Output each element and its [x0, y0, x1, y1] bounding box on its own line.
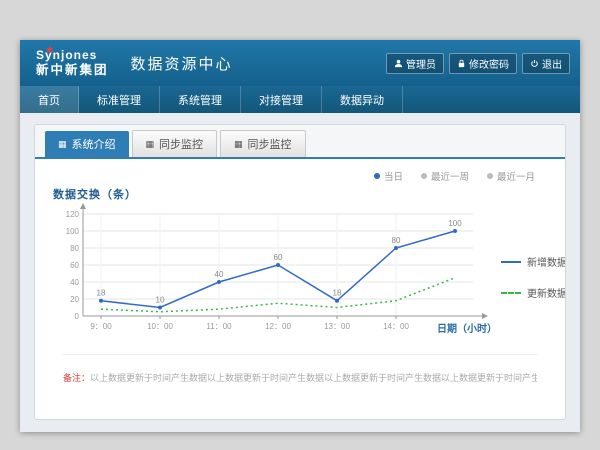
- chart-row: 0 20 40 60 80 100 120 9：00 10：00 11：00 12：00 13：00 1…: [49, 202, 551, 342]
- svg-text:11：00: 11：00: [206, 322, 232, 331]
- series-legend: 新增数据 更新数据: [501, 254, 566, 342]
- svg-text:10: 10: [156, 296, 165, 305]
- grid-icon: ▦: [146, 140, 155, 149]
- legend-label: 当日: [384, 169, 403, 183]
- legend-label: 最近一月: [497, 169, 535, 183]
- svg-text:80: 80: [392, 236, 401, 245]
- note-label: 备注：: [63, 373, 90, 383]
- svg-text:20: 20: [70, 295, 79, 304]
- tab-label: 同步监控: [159, 136, 203, 152]
- lock-icon: [457, 59, 466, 68]
- svg-text:日期（小时）: 日期（小时）: [437, 322, 497, 335]
- app-window: Synjones ✱ 新中新集团 数据资源中心 管理员 修改密码: [20, 40, 580, 432]
- svg-text:18: 18: [97, 289, 106, 298]
- chart-filter-legend: 当日 最近一周 最近一月: [49, 169, 551, 183]
- svg-text:120: 120: [66, 210, 80, 219]
- legend-dot: [421, 173, 427, 179]
- change-password-button-label: 修改密码: [469, 56, 509, 71]
- series-label: 更新数据: [527, 285, 566, 300]
- svg-text:0: 0: [75, 312, 80, 321]
- logout-button[interactable]: 退出: [522, 53, 570, 74]
- tab-label: 系统介绍: [72, 136, 116, 152]
- legend-label: 最近一周: [431, 169, 469, 183]
- main-card: ▦ 系统介绍 ▦ 同步监控 ▦ 同步监控 当日: [34, 124, 566, 420]
- line-chart: 0 20 40 60 80 100 120 9：00 10：00 11：00 12：00 13：00 1…: [49, 202, 499, 342]
- grid-icon: ▦: [234, 140, 243, 149]
- svg-text:40: 40: [215, 270, 224, 279]
- logo-subtitle: 新中新集团: [36, 63, 109, 77]
- logo-star-icon: ✱: [46, 45, 54, 55]
- user-actions: 管理员 修改密码 退出: [386, 53, 570, 74]
- admin-button[interactable]: 管理员: [386, 53, 444, 74]
- nav-item-standard-mgmt[interactable]: 标准管理: [79, 86, 160, 113]
- legend-dot: [374, 173, 380, 179]
- nav-item-system-mgmt[interactable]: 系统管理: [160, 86, 241, 113]
- admin-button-label: 管理员: [406, 56, 436, 71]
- main-nav: 首页 标准管理 系统管理 对接管理 数据异动: [20, 86, 580, 113]
- series-label: 新增数据: [527, 254, 566, 269]
- svg-text:80: 80: [70, 244, 79, 253]
- grid-icon: ▦: [58, 140, 67, 149]
- nav-item-interface-mgmt[interactable]: 对接管理: [241, 86, 322, 113]
- tabs-bar: ▦ 系统介绍 ▦ 同步监控 ▦ 同步监控: [35, 125, 565, 159]
- content-area: ▦ 系统介绍 ▦ 同步监控 ▦ 同步监控 当日: [20, 113, 580, 432]
- svg-text:13：00: 13：00: [324, 322, 350, 331]
- svg-text:14：00: 14：00: [383, 322, 409, 331]
- legend-item-last-month[interactable]: 最近一月: [487, 169, 535, 183]
- svg-text:60: 60: [70, 261, 79, 270]
- tab-label: 同步监控: [248, 136, 292, 152]
- svg-text:9：00: 9：00: [90, 322, 112, 331]
- legend-dot: [487, 173, 493, 179]
- svg-text:12：00: 12：00: [265, 322, 291, 331]
- y-axis-title: 数据交换（条）: [53, 186, 551, 202]
- tab-sync-monitor-1[interactable]: ▦ 同步监控: [132, 130, 218, 157]
- page-title: 数据资源中心: [131, 53, 233, 74]
- logout-button-label: 退出: [542, 56, 562, 71]
- svg-text:40: 40: [70, 278, 79, 287]
- note-text: 以上数据更新于时间产生数据以上数据更新于时间产生数据以上数据更新于时间产生数据以…: [90, 373, 537, 383]
- svg-text:100: 100: [448, 219, 462, 228]
- line-swatch: [501, 261, 521, 263]
- nav-item-data-change[interactable]: 数据异动: [322, 86, 403, 113]
- svg-text:60: 60: [274, 253, 283, 262]
- change-password-button[interactable]: 修改密码: [449, 53, 517, 74]
- tab-system-intro[interactable]: ▦ 系统介绍: [45, 131, 129, 157]
- line-swatch: [501, 292, 521, 294]
- power-icon: [530, 59, 539, 68]
- tab-sync-monitor-2[interactable]: ▦ 同步监控: [220, 130, 306, 157]
- legend-new-data[interactable]: 新增数据: [501, 254, 566, 269]
- nav-item-home[interactable]: 首页: [20, 86, 79, 113]
- svg-text:18: 18: [333, 289, 342, 298]
- logo: Synjones ✱ 新中新集团: [30, 49, 115, 77]
- legend-item-last-week[interactable]: 最近一周: [421, 169, 469, 183]
- legend-item-today[interactable]: 当日: [374, 169, 403, 183]
- footer-note: 备注：以上数据更新于时间产生数据以上数据更新于时间产生数据以上数据更新于时间产生…: [63, 354, 537, 384]
- svg-text:10：00: 10：00: [147, 322, 173, 331]
- header: Synjones ✱ 新中新集团 数据资源中心 管理员 修改密码: [20, 40, 580, 86]
- user-icon: [394, 59, 403, 68]
- chart-panel: 当日 最近一周 最近一月 数据交换（条） 0 20 40 60 80 100 120 9：00…: [35, 159, 565, 384]
- svg-text:100: 100: [66, 227, 80, 236]
- legend-update-data[interactable]: 更新数据: [501, 285, 566, 300]
